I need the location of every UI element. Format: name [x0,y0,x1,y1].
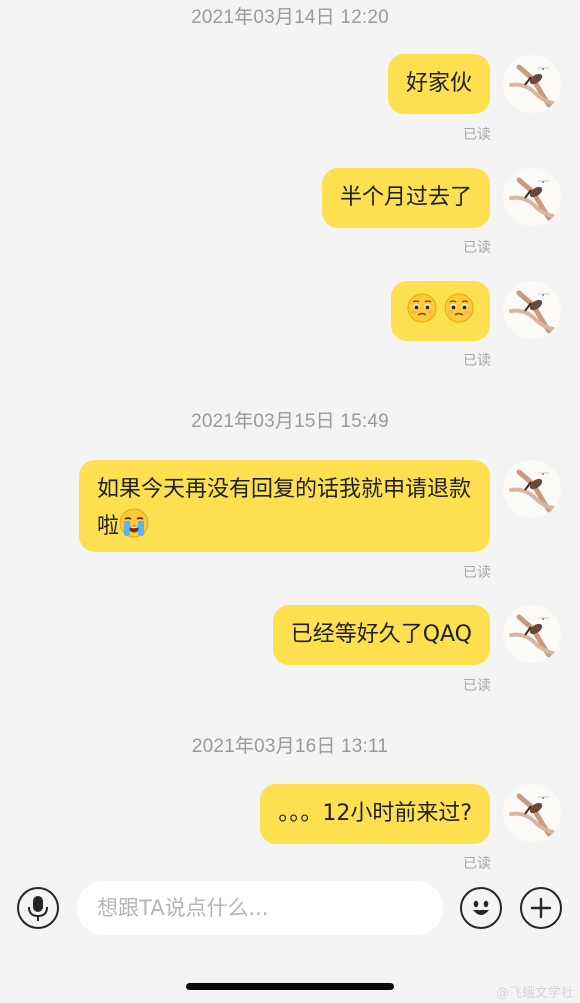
message-bubble[interactable]: 如果今天再没有回复的话我就申请退款啦 [79,460,490,552]
message-bubble[interactable]: 半个月过去了 [321,168,490,228]
timestamp: 2021年03月14日 12:20 [191,7,389,28]
voice-button[interactable] [17,887,59,929]
emoji-button[interactable] [460,887,502,929]
message-text: 。。。12小时前来过? [278,801,472,826]
read-status: 已读 [463,678,491,694]
read-status: 已读 [463,240,491,256]
message-input[interactable] [77,881,443,935]
avatar-image [509,469,555,513]
plus-icon [530,897,552,919]
timestamp: 2021年03月15日 15:49 [191,411,389,432]
message-text: 如果今天再没有回复的话我就申请退款啦 [97,477,472,539]
message-bubble[interactable]: 好家伙 [387,54,490,114]
message-bubble[interactable]: 。。。12小时前来过? [260,784,490,844]
message-text: 已经等好久了QAQ [290,622,472,647]
avatar-image [509,177,555,221]
home-indicator[interactable] [186,983,394,990]
avatar[interactable] [503,605,561,663]
smiley-icon [473,900,489,915]
input-bar [0,873,580,943]
read-status: 已读 [463,856,491,872]
message-bubble[interactable]: 已经等好久了QAQ [272,605,490,665]
read-status: 已读 [463,127,491,143]
pleading-face-icon [407,293,437,323]
avatar[interactable] [503,460,561,518]
avatar[interactable] [503,784,561,842]
read-status: 已读 [463,353,491,369]
loudly-crying-face-icon [119,508,149,538]
avatar[interactable] [503,168,561,226]
more-button[interactable] [520,887,562,929]
avatar[interactable] [503,55,561,113]
avatar-image [509,290,555,334]
watermark: @飞蛾文学社 [495,986,574,1001]
message-text: 好家伙 [405,71,472,96]
message-bubble[interactable] [391,281,490,341]
avatar-image [509,793,555,837]
pleading-face-icon [444,293,474,323]
microphone-icon [28,896,48,921]
message-text: 半个月过去了 [339,185,472,210]
timestamp: 2021年03月16日 13:11 [191,736,389,757]
avatar[interactable] [503,281,561,339]
read-status: 已读 [463,565,491,581]
avatar-image [509,64,555,108]
avatar-image [509,614,555,658]
